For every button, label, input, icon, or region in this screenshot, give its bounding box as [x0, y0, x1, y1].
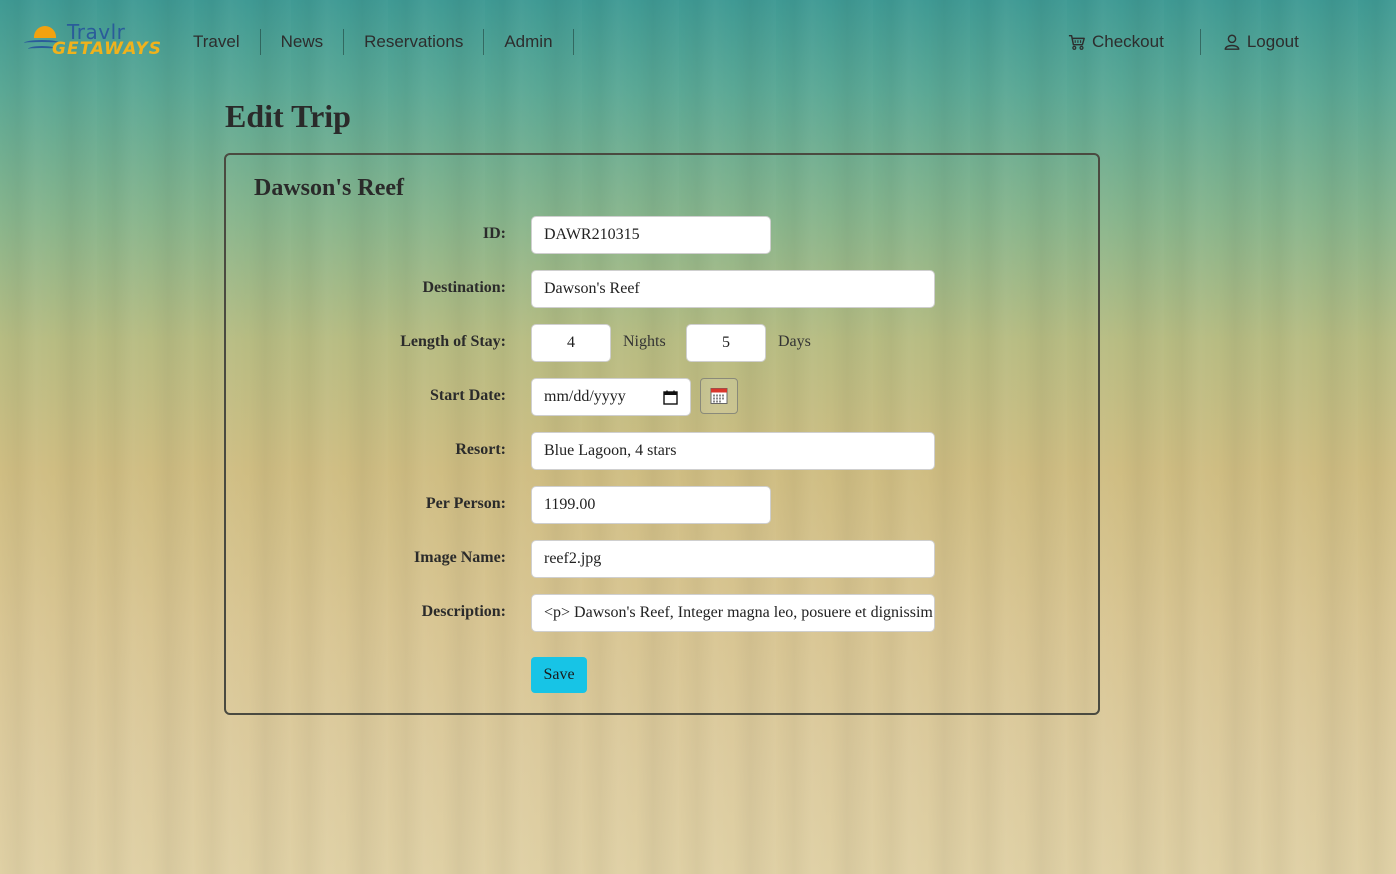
image-name-row: Image Name: reef2.jpg [226, 540, 1098, 578]
id-row: ID: DAWR210315 [226, 216, 1098, 254]
id-field[interactable]: DAWR210315 [531, 216, 771, 254]
description-field[interactable]: <p> Dawson's Reef, Integer magna leo, po… [531, 594, 935, 632]
days-unit: Days [778, 333, 811, 350]
page-title: Edit Trip [225, 98, 351, 134]
image-name-label: Image Name: [414, 549, 506, 566]
calendar-button[interactable] [700, 378, 738, 414]
per-person-field[interactable]: 1199.00 [531, 486, 771, 524]
calendar-icon[interactable] [663, 390, 678, 405]
sun-icon [34, 26, 56, 38]
destination-label: Destination: [422, 279, 506, 296]
nav-checkout[interactable]: Checkout [1050, 29, 1201, 55]
start-date-placeholder: mm/dd/yyyy [544, 388, 626, 405]
trip-heading: Dawson's Reef [254, 175, 404, 201]
nav-checkout-label: Checkout [1092, 32, 1164, 51]
nights-unit: Nights [623, 333, 666, 350]
start-date-label: Start Date: [430, 387, 506, 404]
start-date-field[interactable]: mm/dd/yyyy [531, 378, 691, 416]
user-icon [1224, 34, 1240, 50]
save-button[interactable]: Save [531, 657, 587, 693]
nav-admin[interactable]: Admin [484, 29, 574, 55]
nights-field[interactable]: 4 [531, 324, 611, 362]
nav-news[interactable]: News [261, 29, 345, 55]
nav-logout-label: Logout [1246, 32, 1299, 51]
start-date-row: Start Date: mm/dd/yyyy [226, 378, 1098, 416]
length-of-stay-row: Length of Stay: 4 Nights 5 Days [226, 324, 1098, 362]
nav-reservations[interactable]: Reservations [344, 29, 485, 55]
cart-icon [1068, 34, 1085, 50]
length-of-stay-label: Length of Stay: [400, 333, 506, 350]
calendar-icon [710, 388, 728, 404]
top-navbar: Travlr GETAWAYS Travel News Reservations… [0, 0, 1396, 84]
brand-name-bottom: GETAWAYS [52, 39, 162, 59]
days-field[interactable]: 5 [686, 324, 766, 362]
brand-logo[interactable]: Travlr GETAWAYS [22, 20, 161, 64]
edit-trip-card: Dawson's Reef ID: DAWR210315 Destination… [224, 153, 1100, 715]
id-label: ID: [482, 225, 506, 242]
nav-logout[interactable]: Logout [1201, 29, 1319, 55]
destination-field[interactable]: Dawson's Reef [531, 270, 935, 308]
image-name-field[interactable]: reef2.jpg [531, 540, 935, 578]
nav-travel[interactable]: Travel [173, 29, 261, 55]
resort-label: Resort: [455, 441, 506, 458]
description-label: Description: [421, 603, 506, 620]
destination-row: Destination: Dawson's Reef [226, 270, 1098, 308]
per-person-label: Per Person: [425, 495, 506, 512]
per-person-row: Per Person: 1199.00 [226, 486, 1098, 524]
main-nav: Travel News Reservations Admin [173, 29, 574, 55]
user-nav: Checkout Logout [1050, 29, 1319, 55]
resort-row: Resort: Blue Lagoon, 4 stars [226, 432, 1098, 470]
resort-field[interactable]: Blue Lagoon, 4 stars [531, 432, 935, 470]
description-row: Description: <p> Dawson's Reef, Integer … [226, 594, 1098, 632]
